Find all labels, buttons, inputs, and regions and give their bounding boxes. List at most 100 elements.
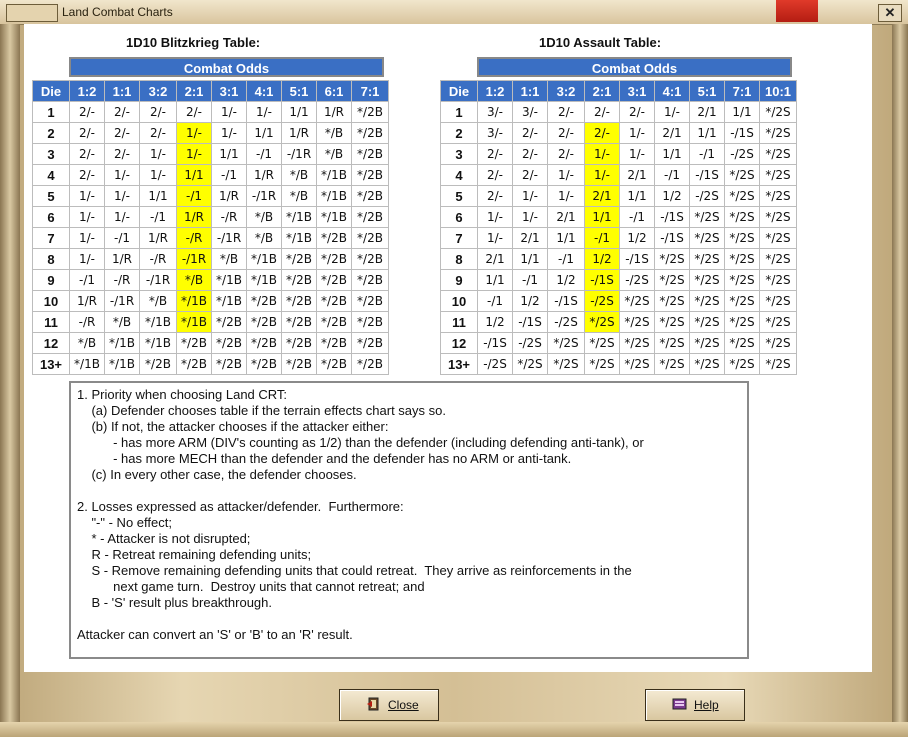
result-cell: */2S xyxy=(689,227,725,249)
result-cell: -/1R xyxy=(281,143,317,165)
assault-odds-header: Combat Odds xyxy=(477,57,792,77)
result-cell: */1B xyxy=(281,206,317,228)
help-button[interactable]: Help xyxy=(645,689,745,721)
result-cell: */2B xyxy=(351,269,389,291)
result-cell: 1/- xyxy=(619,143,655,165)
result-cell: 1/- xyxy=(69,227,105,249)
result-cell: */2B xyxy=(351,206,389,228)
result-cell: */2S xyxy=(724,353,760,375)
result-cell: -/2S xyxy=(724,143,760,165)
result-cell: */2B xyxy=(246,311,282,333)
result-cell: */2B xyxy=(316,290,352,312)
column-header: 6:1 xyxy=(316,80,352,102)
close-window-button[interactable]: ✕ xyxy=(878,4,902,22)
column-header: 1:1 xyxy=(512,80,548,102)
result-cell: 2/1 xyxy=(619,164,655,186)
result-cell: -/1S xyxy=(654,206,690,228)
title-bar[interactable]: Land Combat Charts ✕ xyxy=(0,0,908,25)
result-cell: */1B xyxy=(281,227,317,249)
left-border xyxy=(0,24,20,737)
result-cell: */B xyxy=(211,248,247,270)
column-header: 7:1 xyxy=(724,80,760,102)
result-cell: 1/- xyxy=(477,206,513,228)
result-cell: 2/- xyxy=(584,101,620,123)
rules-notes: 1. Priority when choosing Land CRT: (a) … xyxy=(69,381,749,659)
result-cell: */2S xyxy=(759,227,797,249)
result-cell: */2S xyxy=(689,206,725,228)
window-menu-icon[interactable] xyxy=(6,4,58,22)
result-cell: 1/- xyxy=(584,143,620,165)
die-cell: 12 xyxy=(440,332,478,354)
result-cell: */2S xyxy=(759,332,797,354)
result-cell: 2/1 xyxy=(654,122,690,144)
result-cell: */2S xyxy=(689,290,725,312)
die-cell: 5 xyxy=(32,185,70,207)
result-cell: 1/2 xyxy=(584,248,620,270)
window-title: Land Combat Charts xyxy=(62,5,173,19)
result-cell: */2S xyxy=(759,353,797,375)
result-cell: */2S xyxy=(689,248,725,270)
result-cell: */2S xyxy=(724,248,760,270)
die-cell: 7 xyxy=(32,227,70,249)
result-cell: 2/- xyxy=(477,185,513,207)
result-cell: */2S xyxy=(759,290,797,312)
result-cell: -/2S xyxy=(619,269,655,291)
result-cell: */1B xyxy=(211,290,247,312)
close-button[interactable]: Close xyxy=(339,689,439,721)
die-cell: 11 xyxy=(32,311,70,333)
column-header: 1:2 xyxy=(69,80,105,102)
result-cell: */2B xyxy=(281,248,317,270)
assault-table: Die 1:2 1:1 3:2 2:1 3:1 4:1 5:1 7:1 10:1 1 3/- 3/- 2/… xyxy=(440,80,797,375)
result-cell: */2S xyxy=(724,269,760,291)
result-cell: 3/- xyxy=(512,101,548,123)
result-cell: 1/- xyxy=(176,143,212,165)
die-cell: 10 xyxy=(440,290,478,312)
column-header: Die xyxy=(440,80,478,102)
door-exit-icon xyxy=(366,697,382,711)
result-cell: */2S xyxy=(619,290,655,312)
result-cell: 1/2 xyxy=(654,185,690,207)
table-row: 13+ -/2S */2S */2S */2S */2S */2S */2S */2S */2S xyxy=(440,353,797,375)
result-cell: */B xyxy=(176,269,212,291)
result-cell: 1/R xyxy=(104,248,140,270)
result-cell: */B xyxy=(139,290,177,312)
result-cell: */2B xyxy=(351,311,389,333)
result-cell: */2B xyxy=(281,290,317,312)
result-cell: 1/- xyxy=(654,101,690,123)
minimize-button[interactable] xyxy=(776,0,818,22)
table-row: 4 2/- 1/- 1/- 1/1 -/1 1/R */B */1B */2B xyxy=(32,164,389,186)
result-cell: */B xyxy=(246,227,282,249)
result-cell: 1/1 xyxy=(619,185,655,207)
result-cell: */2S xyxy=(759,269,797,291)
die-cell: 3 xyxy=(440,143,478,165)
assault-table-title: 1D10 Assault Table: xyxy=(539,35,662,50)
result-cell: */2B xyxy=(351,122,389,144)
column-header: 3:2 xyxy=(139,80,177,102)
die-cell: 8 xyxy=(440,248,478,270)
result-cell: */2B xyxy=(351,332,389,354)
result-cell: -/1R xyxy=(246,185,282,207)
die-cell: 2 xyxy=(440,122,478,144)
result-cell: */2S xyxy=(619,311,655,333)
blitzkrieg-table: Die 1:2 1:1 3:2 2:1 3:1 4:1 5:1 6:1 7:1 1 2/- 2/- 2/-… xyxy=(32,80,389,375)
result-cell: -/2S xyxy=(689,185,725,207)
column-header: 3:2 xyxy=(547,80,585,102)
column-header: 5:1 xyxy=(689,80,725,102)
column-header: 1:1 xyxy=(104,80,140,102)
result-cell: 1/1 xyxy=(139,185,177,207)
result-cell: 1/R xyxy=(246,164,282,186)
result-cell: */2S xyxy=(759,248,797,270)
result-cell: */2S xyxy=(724,206,760,228)
result-cell: 2/- xyxy=(104,143,140,165)
note-line: 1. Priority when choosing Land CRT: xyxy=(77,387,288,402)
result-cell: */2B xyxy=(316,248,352,270)
result-cell: -/1S xyxy=(724,122,760,144)
result-cell: -/R xyxy=(211,206,247,228)
result-cell: 2/- xyxy=(512,143,548,165)
result-cell: */1B xyxy=(246,248,282,270)
result-cell: */1B xyxy=(69,353,105,375)
result-cell: */2S xyxy=(547,332,585,354)
result-cell: 1/2 xyxy=(477,311,513,333)
result-cell: 2/- xyxy=(619,101,655,123)
result-cell: -/1 xyxy=(477,290,513,312)
